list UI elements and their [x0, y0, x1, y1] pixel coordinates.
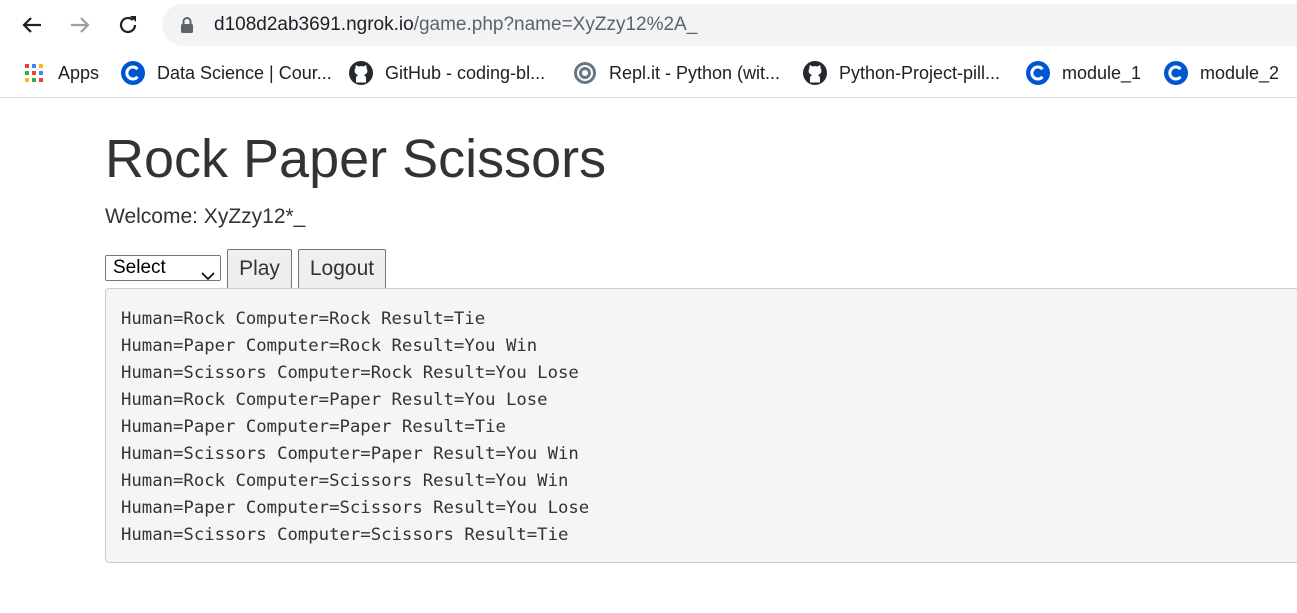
bookmark-label: module_2 [1200, 62, 1280, 83]
replit-icon [573, 61, 597, 85]
lock-icon[interactable] [180, 16, 194, 39]
github-icon [803, 61, 827, 85]
result-line: Human=Rock Computer=Paper Result=You Los… [121, 390, 548, 410]
result-line: Human=Scissors Computer=Scissors Result=… [121, 525, 569, 545]
url-host: d108d2ab3691.ngrok.io [214, 14, 414, 35]
browser-toolbar: d108d2ab3691.ngrok.io/game.php?name=XyZz… [0, 0, 1297, 50]
bookmarks-bar: Apps Data Science | Cour... GitHub - cod… [0, 50, 1297, 98]
logout-button[interactable]: Logout [298, 249, 386, 289]
result-line: Human=Paper Computer=Paper Result=Tie [121, 417, 506, 437]
forward-arrow-icon[interactable] [64, 9, 96, 41]
page-title: Rock Paper Scissors [105, 129, 607, 189]
bookmark-label: GitHub - coding-bl... [385, 62, 546, 83]
coursera-icon [121, 61, 145, 85]
url-path: /game.php?name=XyZzy12%2A_ [413, 14, 698, 35]
bookmark-python-project[interactable]: Python-Project-pill... [803, 60, 1000, 86]
coursera-icon [1026, 61, 1050, 85]
result-line: Human=Paper Computer=Rock Result=You Win [121, 336, 538, 356]
bookmark-label: Data Science | Cour... [157, 62, 332, 83]
select-value: Select [113, 257, 166, 278]
bookmark-label: Apps [58, 62, 100, 83]
bookmark-module-2[interactable]: module_2 [1164, 60, 1279, 86]
bookmark-github-coding[interactable]: GitHub - coding-bl... [349, 60, 545, 86]
bookmark-apps[interactable]: Apps [22, 60, 99, 86]
bookmark-module-1[interactable]: module_1 [1026, 60, 1141, 86]
results-box: Human=Rock Computer=Rock Result=Tie Huma… [105, 288, 1297, 563]
move-select[interactable]: Select [105, 255, 221, 281]
address-bar[interactable]: d108d2ab3691.ngrok.io/game.php?name=XyZz… [162, 4, 1297, 46]
bookmark-replit[interactable]: Repl.it - Python (wit... [573, 60, 780, 86]
bookmark-label: Repl.it - Python (wit... [609, 62, 781, 83]
url-text[interactable]: d108d2ab3691.ngrok.io/game.php?name=XyZz… [214, 14, 697, 36]
back-arrow-icon[interactable] [16, 9, 48, 41]
coursera-icon [1164, 61, 1188, 85]
result-line: Human=Rock Computer=Scissors Result=You … [121, 471, 569, 491]
bookmark-label: Python-Project-pill... [839, 62, 1001, 83]
bookmark-data-science[interactable]: Data Science | Cour... [121, 60, 332, 86]
play-button[interactable]: Play [227, 249, 292, 289]
github-icon [349, 61, 373, 85]
result-line: Human=Rock Computer=Rock Result=Tie [121, 309, 486, 329]
bookmark-label: module_1 [1062, 62, 1142, 83]
reload-icon[interactable] [112, 9, 144, 41]
result-line: Human=Scissors Computer=Rock Result=You … [121, 363, 579, 383]
apps-grid-icon [22, 61, 46, 85]
chevron-down-icon [201, 264, 215, 288]
result-line: Human=Paper Computer=Scissors Result=You… [121, 498, 590, 518]
result-line: Human=Scissors Computer=Paper Result=You… [121, 444, 579, 464]
welcome-text: Welcome: XyZzy12*_ [105, 205, 306, 228]
